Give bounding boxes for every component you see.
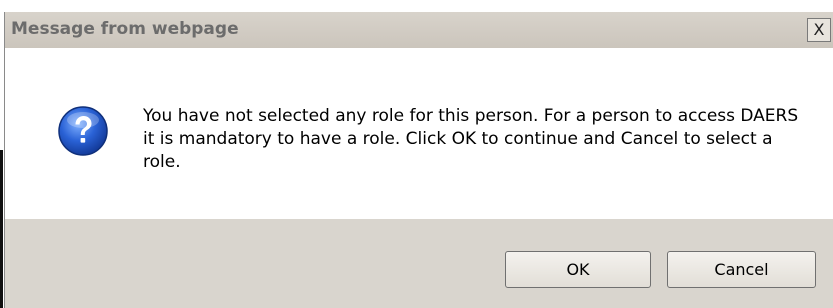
cancel-button[interactable]: Cancel [667, 251, 816, 288]
close-button[interactable]: X [807, 18, 831, 42]
background-text-fragment: ‾‾‾‾‾‾‾‾‾‾‾‾‾‾‾‾‾ [260, 0, 388, 9]
message-dialog: Message from webpage X You have not sele… [4, 12, 833, 308]
ok-button[interactable]: OK [505, 251, 651, 288]
window-edge [0, 150, 3, 308]
dialog-title: Message from webpage [11, 19, 239, 39]
dialog-message: You have not selected any role for this … [143, 106, 799, 172]
dialog-footer: OK Cancel [5, 219, 833, 308]
dialog-body: You have not selected any role for this … [5, 48, 833, 219]
dialog-titlebar[interactable]: Message from webpage X [5, 12, 833, 48]
background-text-fragment: ‾‾‾‾‾‾‾‾‾‾‾‾‾‾‾‾‾‾‾ [440, 0, 583, 9]
close-icon: X [813, 19, 825, 39]
background-page-fragment: ‾‾‾‾‾‾‾‾‾‾‾‾‾‾‾‾‾ ‾‾‾‾‾‾‾‾‾‾‾‾‾‾‾‾‾‾‾ [0, 0, 833, 12]
question-icon [58, 106, 108, 156]
